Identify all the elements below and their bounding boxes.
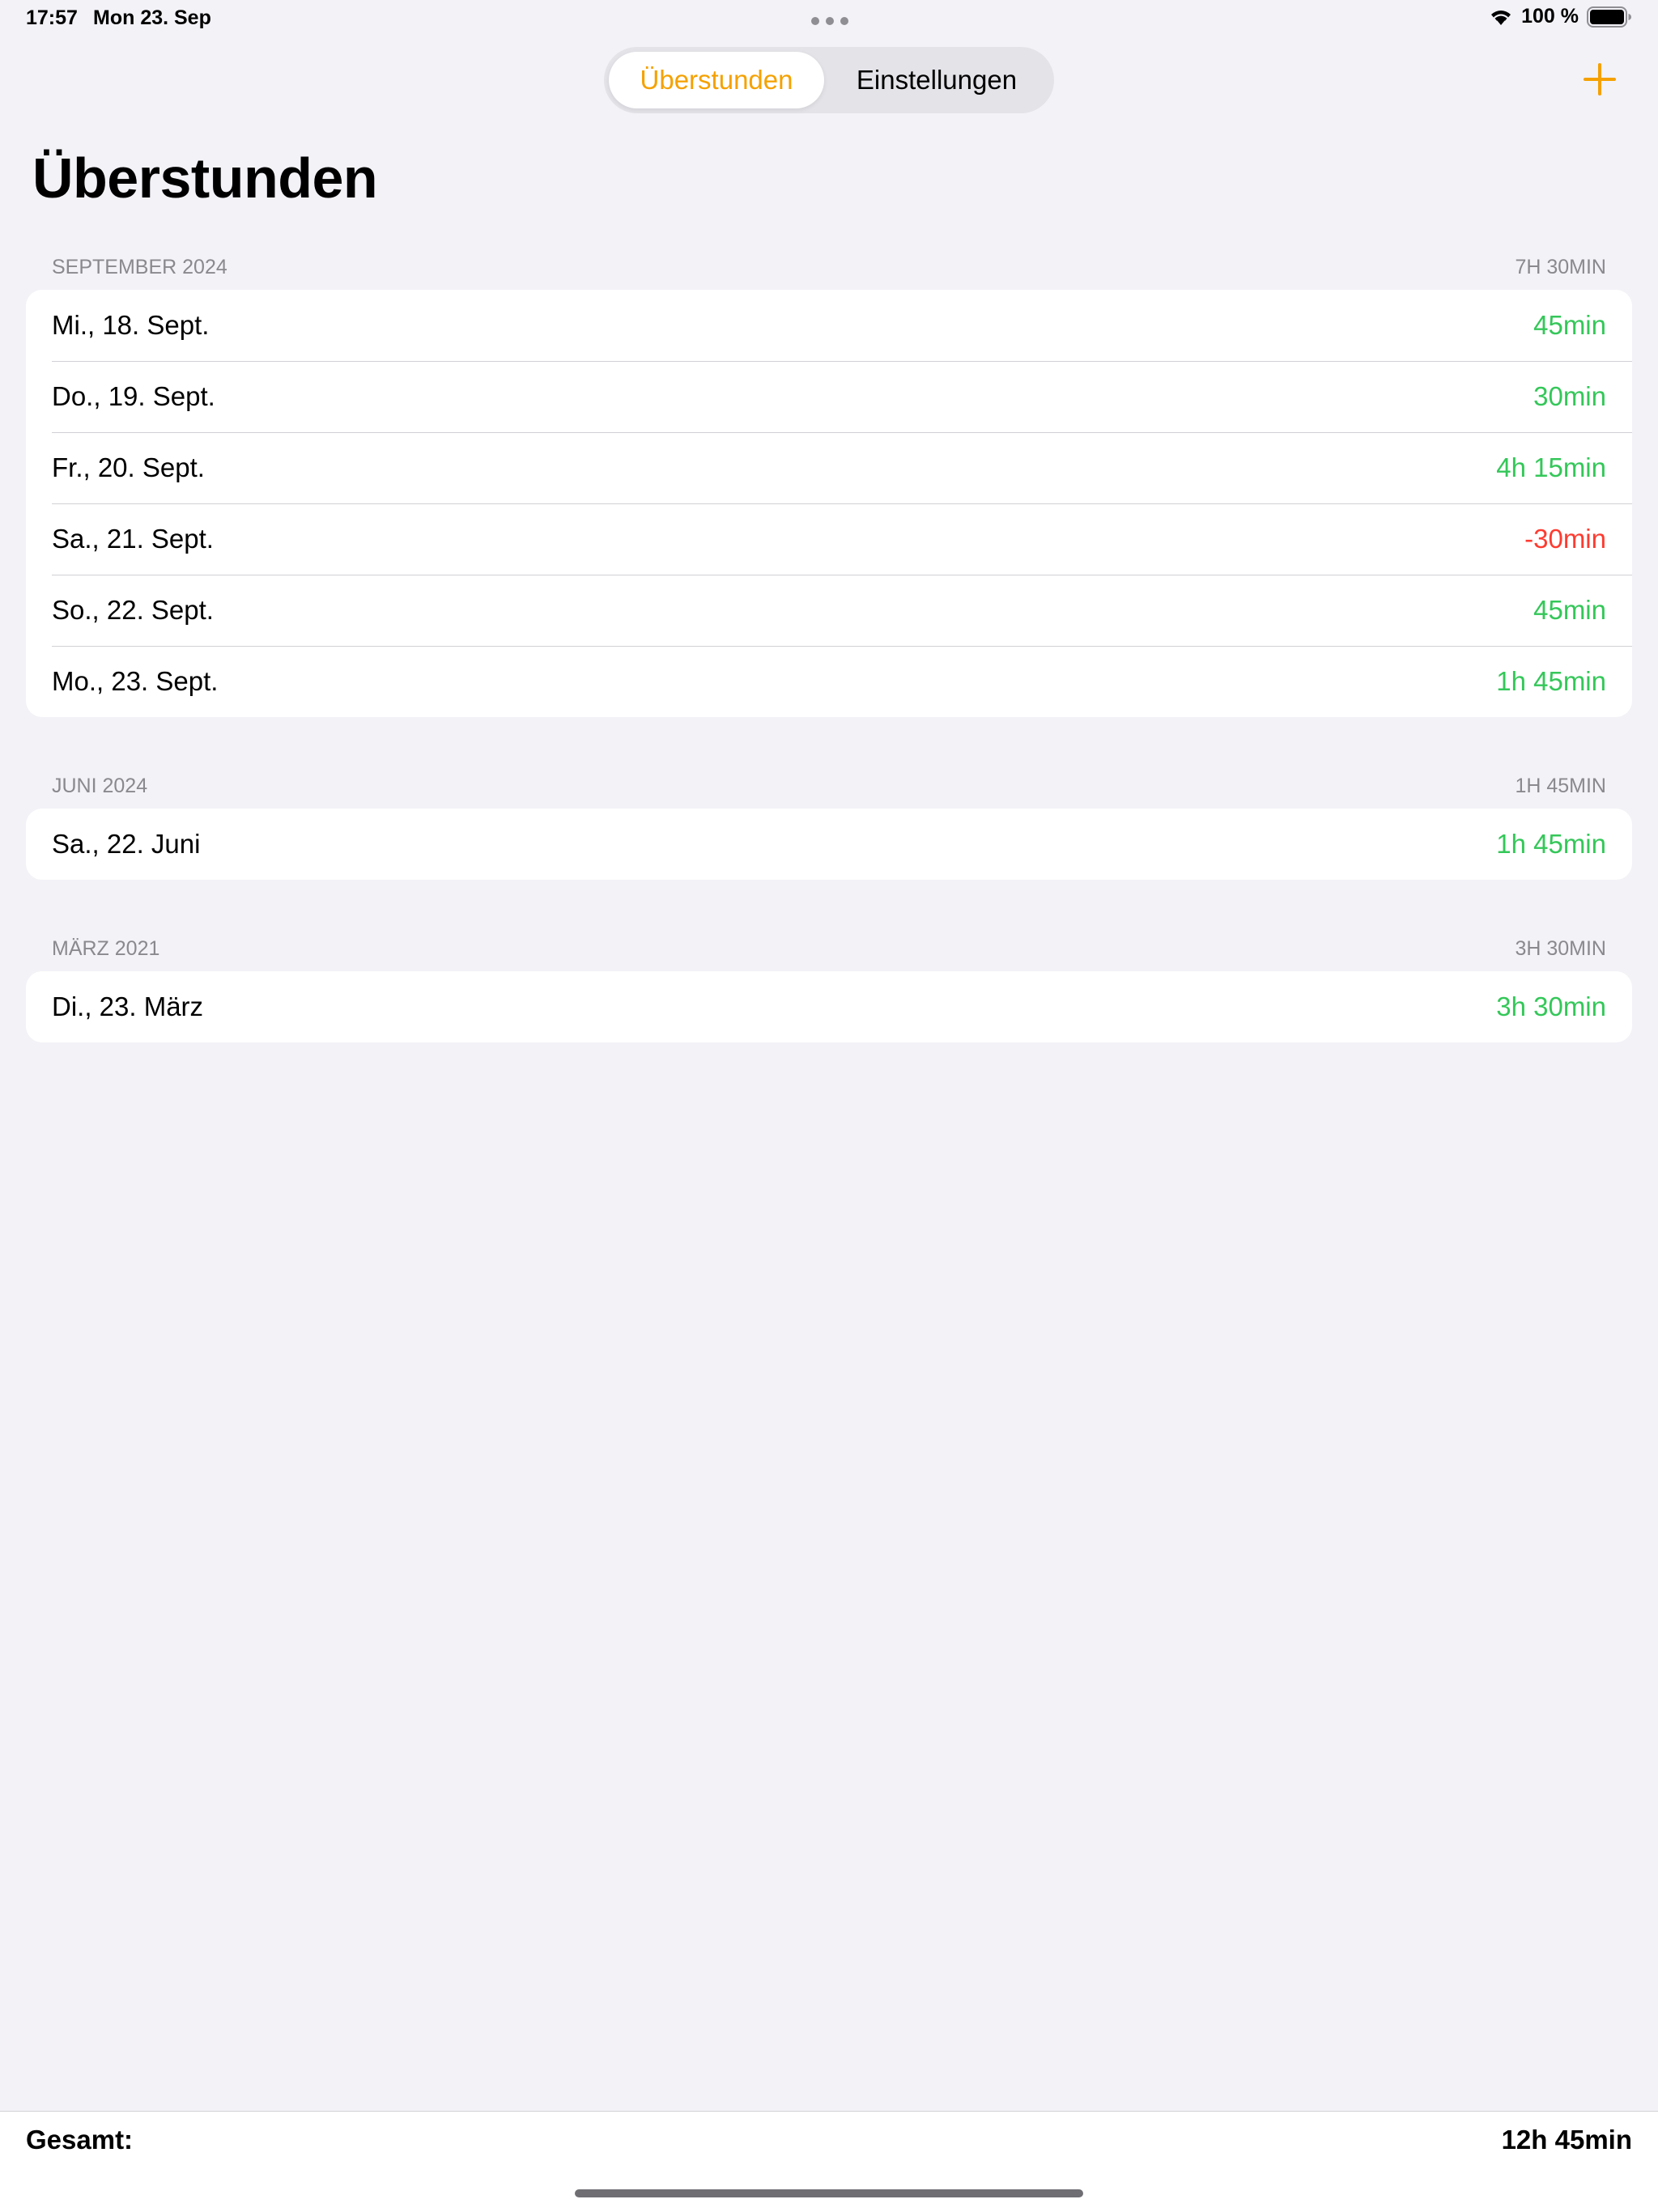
section-maerz-2021: MÄRZ 2021 3H 30MIN Di., 23. März 3h 30mi… — [26, 926, 1632, 1042]
list-item[interactable]: So., 22. Sept. 45min — [26, 575, 1632, 646]
page-title: Überstunden — [32, 146, 378, 210]
section-title: MÄRZ 2021 — [52, 936, 160, 960]
row-date: So., 22. Sept. — [52, 595, 214, 625]
battery-icon — [1587, 6, 1632, 28]
section-header: JUNI 2024 1H 45MIN — [26, 763, 1632, 809]
row-date: Fr., 20. Sept. — [52, 452, 205, 482]
row-value: 45min — [1533, 595, 1606, 625]
list-item[interactable]: Mi., 18. Sept. 45min — [26, 290, 1632, 361]
section-juni-2024: JUNI 2024 1H 45MIN Sa., 22. Juni 1h 45mi… — [26, 763, 1632, 880]
list-item[interactable]: Di., 23. März 3h 30min — [26, 971, 1632, 1042]
total-value: 12h 45min — [1501, 2125, 1632, 2155]
section-card: Di., 23. März 3h 30min — [26, 971, 1632, 1042]
section-header: MÄRZ 2021 3H 30MIN — [26, 926, 1632, 971]
row-value: 30min — [1533, 381, 1606, 411]
section-total: 3H 30MIN — [1515, 936, 1606, 960]
row-value: 4h 15min — [1496, 452, 1606, 482]
status-date: Mon 23. Sep — [93, 6, 211, 29]
battery-percentage: 100 % — [1521, 5, 1579, 28]
list-item[interactable]: Sa., 22. Juni 1h 45min — [26, 809, 1632, 880]
status-indicators: 100 % — [1489, 5, 1632, 28]
row-date: Do., 19. Sept. — [52, 381, 215, 411]
row-value: 45min — [1533, 310, 1606, 340]
section-total: 1H 45MIN — [1515, 774, 1606, 797]
wifi-icon — [1489, 7, 1513, 27]
list-item[interactable]: Do., 19. Sept. 30min — [26, 361, 1632, 432]
list-item[interactable]: Sa., 21. Sept. -30min — [26, 503, 1632, 575]
list-item[interactable]: Mo., 23. Sept. 1h 45min — [26, 646, 1632, 717]
home-indicator[interactable] — [575, 2189, 1083, 2197]
add-button[interactable] — [1582, 62, 1618, 97]
row-date: Sa., 22. Juni — [52, 829, 201, 859]
total-label: Gesamt: — [26, 2125, 134, 2155]
section-september-2024: SEPTEMBER 2024 7H 30MIN Mi., 18. Sept. 4… — [26, 244, 1632, 717]
row-value: -30min — [1524, 524, 1606, 554]
section-header: SEPTEMBER 2024 7H 30MIN — [26, 244, 1632, 290]
row-value: 1h 45min — [1496, 666, 1606, 696]
row-value: 1h 45min — [1496, 829, 1606, 859]
list-item[interactable]: Fr., 20. Sept. 4h 15min — [26, 432, 1632, 503]
section-total: 7H 30MIN — [1515, 255, 1606, 278]
tab-einstellungen[interactable]: Einstellungen — [824, 52, 1049, 108]
section-title: JUNI 2024 — [52, 774, 148, 797]
section-card: Mi., 18. Sept. 45min Do., 19. Sept. 30mi… — [26, 290, 1632, 717]
plus-icon — [1584, 63, 1616, 96]
row-date: Mi., 18. Sept. — [52, 310, 210, 340]
row-date: Sa., 21. Sept. — [52, 524, 214, 554]
status-bar: 17:57 Mon 23. Sep 100 % — [0, 0, 1658, 39]
status-time: 17:57 — [26, 6, 78, 29]
row-date: Di., 23. März — [52, 991, 204, 1021]
section-title: SEPTEMBER 2024 — [52, 255, 227, 278]
segmented-control: Überstunden Einstellungen — [604, 47, 1054, 113]
multitasking-dots-icon[interactable] — [811, 15, 848, 25]
section-card: Sa., 22. Juni 1h 45min — [26, 809, 1632, 880]
row-value: 3h 30min — [1496, 991, 1606, 1021]
row-date: Mo., 23. Sept. — [52, 666, 219, 696]
tab-ueberstunden[interactable]: Überstunden — [609, 52, 824, 108]
